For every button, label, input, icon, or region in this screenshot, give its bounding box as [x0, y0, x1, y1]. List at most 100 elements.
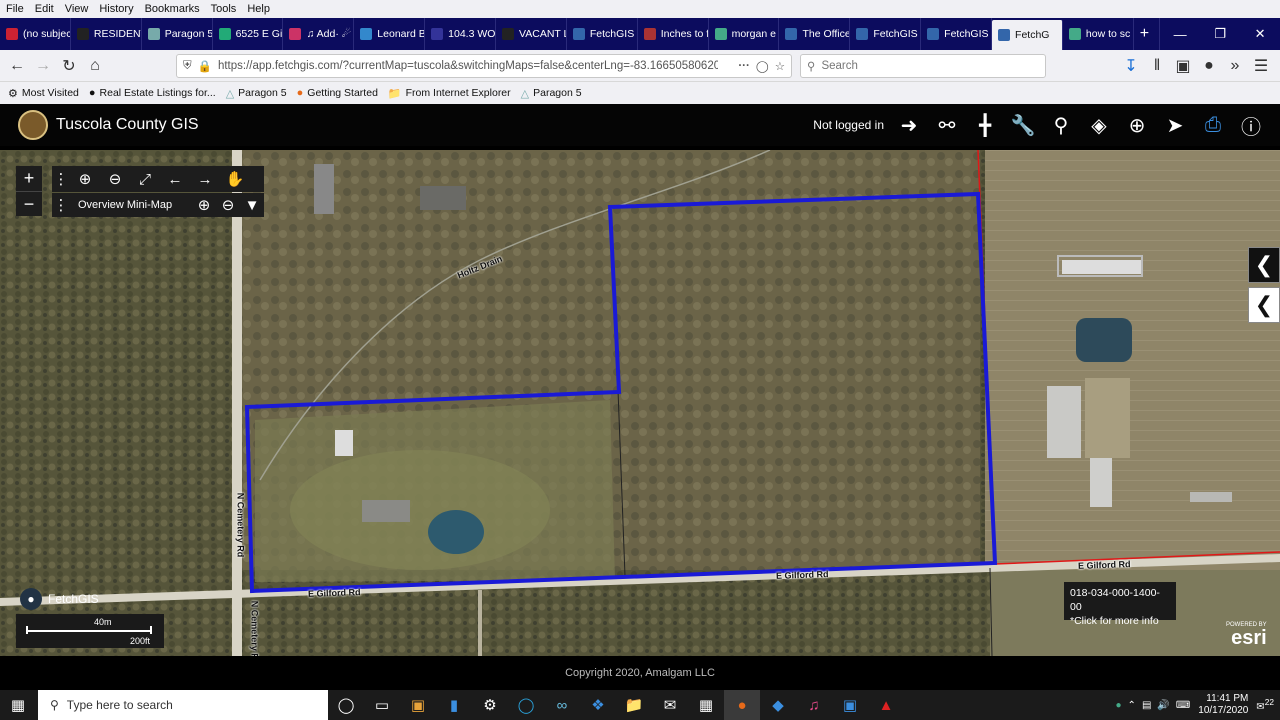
minimize-icon[interactable]: — — [1160, 18, 1200, 50]
menu-edit[interactable]: Edit — [35, 3, 54, 15]
itunes-icon[interactable]: ♫ — [796, 690, 832, 720]
zoom-in-icon[interactable]: + — [16, 166, 42, 191]
home-icon[interactable]: ⌂ — [82, 53, 108, 79]
edge-icon[interactable]: ◯ — [508, 690, 544, 720]
browser-tab[interactable]: FetchGIS — [921, 18, 993, 50]
mail-icon[interactable]: ✉ — [652, 690, 688, 720]
help-icon[interactable]: ⓘ — [1232, 106, 1270, 144]
send-icon[interactable]: ➤ — [1156, 106, 1194, 144]
reload-icon[interactable]: ↻ — [56, 53, 82, 79]
task-view-icon[interactable]: ▭ — [364, 690, 400, 720]
restore-icon[interactable]: ❐ — [1200, 18, 1240, 50]
menu-file[interactable]: File — [6, 3, 24, 15]
browser-tab[interactable]: ♫ Add· ☄ — [283, 18, 355, 50]
close-icon[interactable]: ✕ — [1240, 18, 1280, 50]
pan-hand-icon[interactable]: ✋ — [220, 166, 250, 192]
minimap-zoom-out-icon[interactable]: ⊖ — [216, 193, 240, 217]
wrench-icon[interactable]: 🔧 — [1004, 106, 1042, 144]
chrome-icon[interactable]: ● — [1116, 700, 1122, 711]
more-icon[interactable]: ··· — [738, 60, 750, 72]
browser-tab[interactable]: RESIDENTI — [71, 18, 142, 50]
bookmark-item[interactable]: ● Real Estate Listings for... — [89, 87, 216, 99]
menu-view[interactable]: View — [65, 3, 89, 15]
search-icon[interactable]: ⚲ — [1042, 106, 1080, 144]
bookmark-star-icon[interactable]: ☆ — [775, 59, 785, 73]
login-icon[interactable]: ➜ — [890, 106, 928, 144]
search-input[interactable]: ⚲ Search — [800, 54, 1046, 78]
browser-tab[interactable]: 6525 E Gilf — [213, 18, 284, 50]
firefox-icon[interactable]: ● — [724, 690, 760, 720]
previous-extent-icon[interactable]: ← — [160, 166, 190, 192]
browser-tab[interactable]: Inches to f — [638, 18, 709, 50]
next-extent-icon[interactable]: → — [190, 166, 220, 192]
menu-tools[interactable]: Tools — [211, 3, 237, 15]
browser-tab[interactable]: (no subjec — [0, 18, 71, 50]
overflow-icon[interactable]: » — [1222, 53, 1248, 79]
expand-panel-icon[interactable]: ❮ — [1248, 287, 1280, 323]
drag-handle-icon[interactable]: ⋮ — [52, 193, 70, 217]
bookmark-item[interactable]: 📁 From Internet Explorer — [388, 87, 511, 100]
download-icon[interactable]: ↧ — [1118, 53, 1144, 79]
calculator-icon[interactable]: ▦ — [688, 690, 724, 720]
folder-icon[interactable]: 📁 — [616, 690, 652, 720]
browser-tab[interactable]: FetchGIS — [567, 18, 638, 50]
volume-icon[interactable]: 🔊 — [1157, 700, 1169, 711]
minimap-zoom-in-icon[interactable]: ⊕ — [192, 193, 216, 217]
account-icon[interactable]: ● — [1196, 53, 1222, 79]
new-tab-icon[interactable]: + — [1134, 18, 1161, 50]
zoom-out-icon[interactable]: − — [16, 191, 42, 216]
url-bar[interactable]: ⛨ 🔒 https://app.fetchgis.com/?currentMap… — [176, 54, 792, 78]
vpn-icon[interactable]: ◆ — [760, 690, 796, 720]
network-icon[interactable]: ▤ — [1142, 700, 1151, 711]
gps-icon[interactable]: ⊕ — [1118, 106, 1156, 144]
browser-tab[interactable]: VACANT L — [496, 18, 567, 50]
phone-icon[interactable]: ▮ — [436, 690, 472, 720]
dropbox-icon[interactable]: ❖ — [580, 690, 616, 720]
sidebar-icon[interactable]: ▣ — [1170, 53, 1196, 79]
collapse-panel-icon[interactable]: ❮ — [1248, 247, 1280, 283]
browser-tab[interactable]: 104.3 WO — [425, 18, 497, 50]
cortana-icon[interactable]: ◯ — [328, 690, 364, 720]
clock[interactable]: 11:41 PM 10/17/2020 — [1198, 693, 1248, 717]
infinity-icon[interactable]: ∞ — [544, 690, 580, 720]
drag-handle-icon[interactable]: ⋮ — [52, 166, 70, 192]
layers-icon[interactable]: ◈ — [1080, 106, 1118, 144]
notification-icon[interactable]: ✉22 — [1256, 697, 1274, 712]
parcel-tooltip[interactable]: 018-034-000-1400-00 *Click for more info — [1064, 582, 1176, 627]
browser-tab[interactable]: Leonard B — [354, 18, 426, 50]
bookmark-item[interactable]: △ Paragon 5 — [226, 87, 287, 100]
map-view[interactable]: + − ⋮ ⊕ ⊖ ⤢ ← → ✋ ⋮ Overview Mini-Map ⊕ … — [0, 150, 1280, 656]
road-icon[interactable]: ╋ — [966, 106, 1004, 144]
forward-icon[interactable]: → — [30, 53, 56, 79]
pocket-icon[interactable]: ◯ — [756, 59, 769, 73]
settings-icon[interactable]: ⚙ — [472, 690, 508, 720]
browser-tab[interactable]: how to sc — [1063, 18, 1134, 50]
menu-bookmarks[interactable]: Bookmarks — [145, 3, 200, 15]
windows-start-icon[interactable]: ▦ — [0, 690, 36, 720]
minimap-expand-icon[interactable]: ▼ — [240, 193, 264, 217]
keyboard-icon[interactable]: ⌨ — [1176, 700, 1190, 711]
bookmark-item[interactable]: ⚙ Most Visited — [8, 87, 79, 100]
browser-tab[interactable]: FetchGIS — [850, 18, 922, 50]
back-icon[interactable]: ← — [4, 53, 30, 79]
tray-chevron-icon[interactable]: ⌃ — [1128, 700, 1136, 711]
full-extent-icon[interactable]: ⤢ — [130, 166, 160, 192]
taskbar-search-input[interactable]: ⚲ Type here to search — [38, 690, 328, 720]
bookmark-item[interactable]: △ Paragon 5 — [521, 87, 582, 100]
bookmark-item[interactable]: ● Getting Started — [297, 87, 378, 99]
hamburger-icon[interactable]: ☰ — [1248, 53, 1274, 79]
zoom-in-tool-icon[interactable]: ⊕ — [70, 166, 100, 192]
browser-tab[interactable]: The Office — [779, 18, 851, 50]
menu-history[interactable]: History — [99, 3, 133, 15]
print-icon[interactable]: ⎙ — [1194, 106, 1232, 144]
menu-help[interactable]: Help — [247, 3, 270, 15]
photos-icon[interactable]: ▣ — [832, 690, 868, 720]
zoom-out-tool-icon[interactable]: ⊖ — [100, 166, 130, 192]
acrobat-icon[interactable]: ▲ — [868, 690, 904, 720]
browser-tab[interactable]: morgan e — [709, 18, 780, 50]
store-icon[interactable]: ▣ — [400, 690, 436, 720]
browser-tab[interactable]: Paragon 5 — [142, 18, 213, 50]
browser-tab[interactable]: FetchG — [992, 20, 1063, 50]
library-icon[interactable]: ‖ — [1144, 53, 1170, 79]
link-icon[interactable]: ⚯ — [928, 106, 966, 144]
